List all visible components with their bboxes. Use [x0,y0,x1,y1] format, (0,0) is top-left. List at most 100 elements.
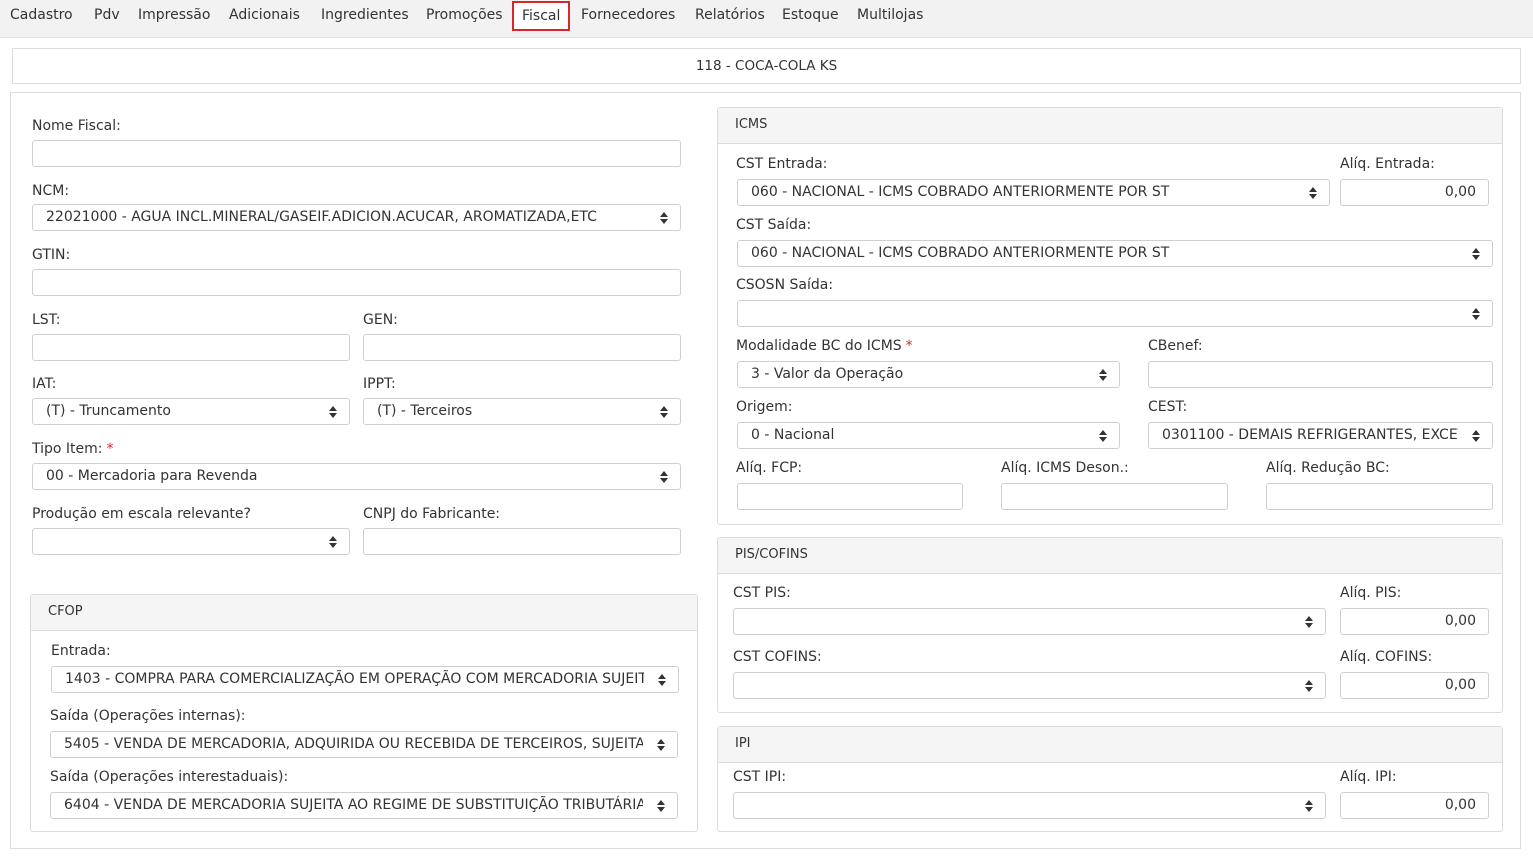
csosn-saida-label: CSOSN Saída: [736,277,834,293]
gtin-input[interactable] [32,269,681,296]
sort-arrows-icon [1472,308,1480,320]
tipo-item-select[interactable]: 00 - Mercadoria para Revenda [32,463,681,490]
sort-arrows-icon [660,406,668,418]
cfop-saida-internas-select[interactable]: 5405 - VENDA DE MERCADORIA, ADQUIRIDA OU… [50,731,678,758]
cst-saida-select[interactable]: 060 - NACIONAL - ICMS COBRADO ANTERIORME… [737,240,1493,267]
iat-value: (T) - Truncamento [46,403,171,419]
ippt-select[interactable]: (T) - Terceiros [363,398,681,425]
tab-pdv[interactable]: Pdv [94,0,120,32]
aliq-reducao-bc-input[interactable] [1266,483,1493,510]
cst-ipi-select[interactable] [733,792,1326,819]
pis-cofins-panel: PIS/COFINS CST PIS: Alíq. PIS: 0,00 CST … [717,537,1503,713]
cfop-panel: CFOP Entrada: 1403 - COMPRA PARA COMERCI… [30,594,698,832]
tab-impressao[interactable]: Impressão [138,0,210,32]
tab-promocoes[interactable]: Promoções [426,0,503,32]
sort-arrows-icon [1305,616,1313,628]
aliq-icms-deson-label: Alíq. ICMS Deson.: [1001,460,1129,476]
aliq-ipi-input[interactable]: 0,00 [1340,792,1489,819]
cnpj-fabricante-label: CNPJ do Fabricante: [363,506,501,522]
required-marker: * [905,338,913,354]
aliq-ipi-label: Alíq. IPI: [1340,769,1397,785]
gtin-label: GTIN: [32,247,71,263]
ncm-value: 22021000 - AGUA INCL.MINERAL/GASEIF.ADIC… [46,209,597,225]
sort-arrows-icon [329,536,337,548]
aliq-pis-input[interactable]: 0,00 [1340,608,1489,635]
tipo-item-label: Tipo Item: * [32,441,114,457]
tab-adicionais[interactable]: Adicionais [229,0,300,32]
ncm-select[interactable]: 22021000 - AGUA INCL.MINERAL/GASEIF.ADIC… [32,204,681,231]
cfop-panel-title: CFOP [31,595,697,631]
sort-arrows-icon [329,406,337,418]
modalidade-bc-value: 3 - Valor da Operação [751,366,904,382]
product-title: 118 - COCA-COLA KS [12,48,1521,84]
lst-input[interactable] [32,334,350,361]
required-marker: * [106,441,114,457]
cest-value: 0301100 - DEMAIS REFRIGERANTES, EXCETO O… [1162,427,1458,443]
sort-arrows-icon [1472,248,1480,260]
icms-panel-title: ICMS [718,108,1502,144]
gen-input[interactable] [363,334,681,361]
gen-label: GEN: [363,312,398,328]
producao-escala-select[interactable] [32,528,350,555]
cst-saida-value: 060 - NACIONAL - ICMS COBRADO ANTERIORME… [751,245,1170,261]
modalidade-bc-select[interactable]: 3 - Valor da Operação [737,361,1120,388]
tab-relatorios[interactable]: Relatórios [695,0,765,32]
cfop-saida-internas-label: Saída (Operações internas): [50,708,246,724]
cest-label: CEST: [1148,399,1188,415]
iat-select[interactable]: (T) - Truncamento [32,398,350,425]
cfop-saida-interestaduais-label: Saída (Operações interestaduais): [50,769,289,785]
cst-cofins-select[interactable] [733,672,1326,699]
origem-select[interactable]: 0 - Nacional [737,422,1120,449]
producao-escala-label: Produção em escala relevante? [32,506,251,522]
top-navigation: Cadastro Pdv Impressão Adicionais Ingred… [0,0,1533,38]
tab-cadastro[interactable]: Cadastro [10,0,73,32]
tab-fiscal[interactable]: Fiscal [512,1,571,31]
aliq-entrada-label: Alíq. Entrada: [1340,156,1435,172]
aliq-reducao-bc-label: Alíq. Redução BC: [1266,460,1390,476]
tab-fornecedores[interactable]: Fornecedores [581,0,675,32]
sort-arrows-icon [660,212,668,224]
aliq-cofins-label: Alíq. COFINS: [1340,649,1433,665]
cst-pis-select[interactable] [733,608,1326,635]
cfop-saida-interestaduais-value: 6404 - VENDA DE MERCADORIA SUJEITA AO RE… [64,797,643,813]
sort-arrows-icon [1305,800,1313,812]
sort-arrows-icon [657,800,665,812]
cfop-entrada-label: Entrada: [51,643,111,659]
cst-entrada-select[interactable]: 060 - NACIONAL - ICMS COBRADO ANTERIORME… [737,179,1330,206]
ipi-panel: IPI CST IPI: Alíq. IPI: 0,00 [717,726,1503,832]
tipo-item-value: 00 - Mercadoria para Revenda [46,468,258,484]
origem-value: 0 - Nacional [751,427,835,443]
sort-arrows-icon [1309,187,1317,199]
nome-fiscal-label: Nome Fiscal: [32,118,121,134]
aliq-entrada-input[interactable]: 0,00 [1340,179,1489,206]
cst-pis-label: CST PIS: [733,585,791,601]
sort-arrows-icon [1472,430,1480,442]
cfop-entrada-value: 1403 - COMPRA PARA COMERCIALIZAÇÃO EM OP… [65,671,644,687]
sort-arrows-icon [658,674,666,686]
nome-fiscal-input[interactable] [32,140,681,167]
cst-ipi-label: CST IPI: [733,769,787,785]
ipi-panel-title: IPI [718,727,1502,763]
sort-arrows-icon [660,471,668,483]
aliq-fcp-input[interactable] [737,483,963,510]
cnpj-fabricante-input[interactable] [363,528,681,555]
cst-entrada-value: 060 - NACIONAL - ICMS COBRADO ANTERIORME… [751,184,1170,200]
aliq-pis-label: Alíq. PIS: [1340,585,1402,601]
csosn-saida-select[interactable] [737,300,1493,327]
sort-arrows-icon [1099,369,1107,381]
tab-estoque[interactable]: Estoque [782,0,839,32]
cst-entrada-label: CST Entrada: [736,156,828,172]
sort-arrows-icon [1099,430,1107,442]
ippt-label: IPPT: [363,376,396,392]
cbenef-label: CBenef: [1148,338,1203,354]
ncm-label: NCM: [32,183,70,199]
tab-ingredientes[interactable]: Ingredientes [321,0,409,32]
cfop-saida-interestaduais-select[interactable]: 6404 - VENDA DE MERCADORIA SUJEITA AO RE… [50,792,678,819]
cest-select[interactable]: 0301100 - DEMAIS REFRIGERANTES, EXCETO O… [1148,422,1493,449]
aliq-icms-deson-input[interactable] [1001,483,1228,510]
cfop-entrada-select[interactable]: 1403 - COMPRA PARA COMERCIALIZAÇÃO EM OP… [51,666,679,693]
aliq-cofins-input[interactable]: 0,00 [1340,672,1489,699]
tab-multilojas[interactable]: Multilojas [857,0,923,32]
cbenef-input[interactable] [1148,361,1493,388]
cst-cofins-label: CST COFINS: [733,649,822,665]
